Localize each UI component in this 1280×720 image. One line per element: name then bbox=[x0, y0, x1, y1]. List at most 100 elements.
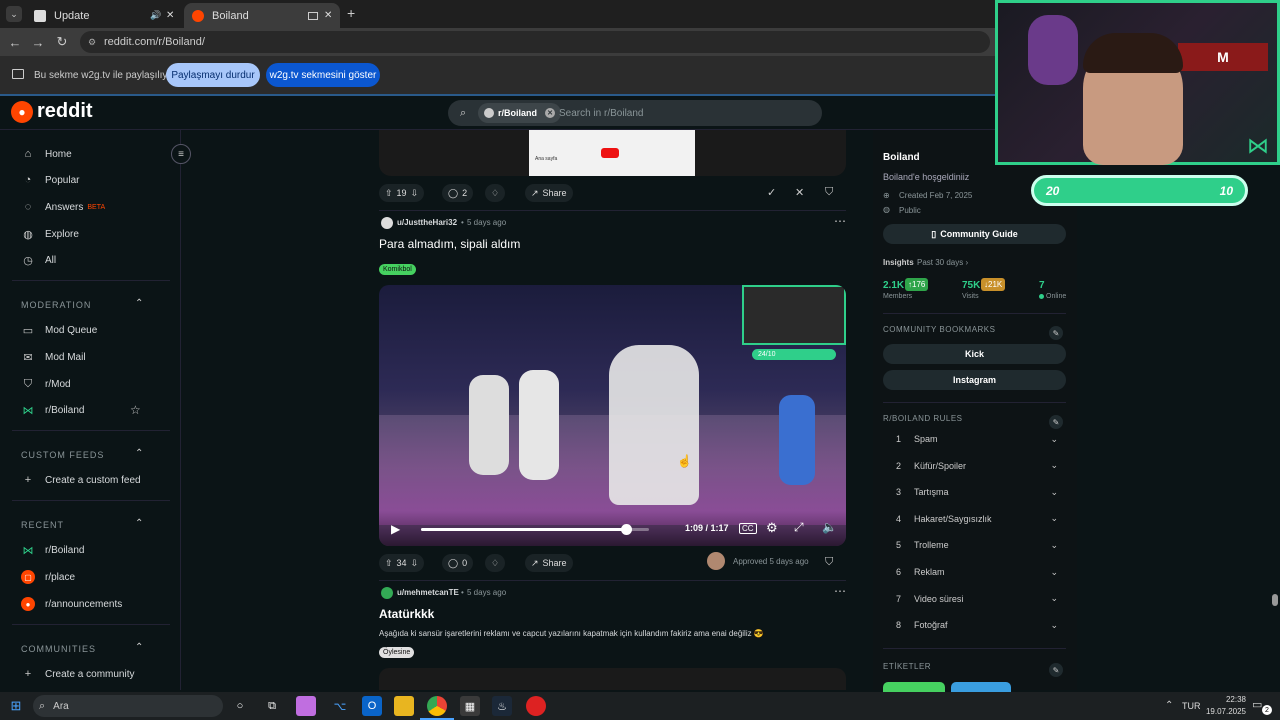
rule-item[interactable]: 1 Spam ⌄ bbox=[896, 432, 1066, 446]
search-bar[interactable]: ⌕ r/Boiland ✕ Search in r/Boiland bbox=[448, 100, 822, 126]
create-custom-feed[interactable]: + Create a custom feed bbox=[21, 470, 141, 490]
moderation-header[interactable]: MODERATION bbox=[21, 300, 91, 310]
fullscreen-icon[interactable]: ⤢ bbox=[794, 520, 804, 535]
windows-start-icon[interactable]: ⊞ bbox=[6, 696, 26, 716]
share-button[interactable]: ↗ Share bbox=[525, 554, 573, 572]
rule-item[interactable]: 3 Tartışma ⌄ bbox=[896, 485, 1066, 499]
seek-handle[interactable] bbox=[621, 524, 633, 535]
recent-item-r-announcements[interactable]: ● r/announcements bbox=[21, 594, 122, 614]
keyboard-language[interactable]: TUR bbox=[1182, 701, 1201, 711]
mod-shield-icon[interactable]: ⛉ bbox=[825, 186, 833, 199]
sidebar-item-r-boiland[interactable]: ⋈ r/Boiland bbox=[21, 400, 85, 420]
task-view-icon[interactable]: ⧉ bbox=[262, 696, 282, 716]
tab-update[interactable]: Update 🔊 ✕ bbox=[26, 3, 178, 28]
post-author[interactable]: u/JusttheHari32 bbox=[397, 218, 457, 227]
sidebar-item-all[interactable]: ◷ All bbox=[21, 250, 56, 270]
chevron-up-icon[interactable]: ⌃ bbox=[135, 448, 143, 459]
recent-item-r-place[interactable]: ▢ r/place bbox=[21, 567, 75, 587]
sidebar-item-home[interactable]: ⌂ Home bbox=[21, 144, 72, 164]
video-player[interactable]: 24/10 ▶ 1:09 / 1:17 CC ⚙ ⤢ 🔈 bbox=[379, 285, 846, 546]
vscode-icon[interactable]: ⌥ bbox=[330, 696, 350, 716]
rule-item[interactable]: 6 Reklam ⌄ bbox=[896, 565, 1066, 579]
forward-icon[interactable]: → bbox=[26, 28, 50, 56]
chevron-down-icon[interactable]: ⌄ bbox=[1050, 593, 1058, 604]
url-field[interactable]: ⚙ reddit.com/r/Boiland/ bbox=[80, 31, 990, 53]
chevron-up-icon[interactable]: ⌃ bbox=[135, 298, 143, 309]
subreddit-chip[interactable]: r/Boiland ✕ bbox=[478, 103, 562, 123]
sidebar-item-r-mod[interactable]: ⛉ r/Mod bbox=[21, 374, 71, 394]
create-community[interactable]: + Create a community bbox=[21, 664, 135, 684]
share-button[interactable]: ↗ Share bbox=[525, 184, 573, 202]
file-explorer-icon[interactable] bbox=[394, 696, 414, 716]
cortana-icon[interactable]: ○ bbox=[230, 696, 250, 716]
sidebar-item-explore[interactable]: ◍ Explore bbox=[21, 224, 79, 244]
chevron-up-icon[interactable]: ⌃ bbox=[135, 518, 143, 529]
chevron-down-icon[interactable]: ⌄ bbox=[1050, 460, 1058, 471]
sidebar-item-mod-queue[interactable]: ▭ Mod Queue bbox=[21, 320, 97, 340]
downvote-icon[interactable]: ⇩ bbox=[411, 558, 419, 569]
post-media-preview[interactable] bbox=[379, 668, 846, 690]
recent-header[interactable]: RECENT bbox=[21, 520, 64, 530]
rule-item[interactable]: 7 Video süresi ⌄ bbox=[896, 592, 1066, 606]
outlook-icon[interactable]: O bbox=[362, 696, 382, 716]
upvote-icon[interactable]: ⇧ bbox=[385, 188, 393, 199]
bookmark-instagram[interactable]: Instagram bbox=[883, 370, 1066, 390]
post-media-preview[interactable]: Ana sayfa bbox=[379, 130, 846, 176]
tab-boiland[interactable]: Boiland ✕ bbox=[184, 3, 340, 28]
communities-header[interactable]: COMMUNITIES bbox=[21, 644, 96, 654]
more-options-icon[interactable]: ⋯ bbox=[834, 214, 846, 228]
reddit-logo[interactable]: ● reddit bbox=[11, 100, 93, 123]
show-tab-button[interactable]: w2g.tv sekmesini göster bbox=[266, 63, 380, 87]
store-icon[interactable]: ▦ bbox=[460, 696, 480, 716]
menu-toggle-icon[interactable]: ≡ bbox=[171, 144, 191, 164]
volume-icon[interactable]: 🔈 bbox=[822, 520, 837, 534]
sidebar-item-answers[interactable]: ◌ Answers BETA bbox=[21, 197, 105, 217]
speaker-icon[interactable]: 🔊 bbox=[150, 10, 161, 21]
copilot-icon[interactable] bbox=[296, 696, 316, 716]
award-button[interactable]: ♢ bbox=[485, 554, 506, 572]
captions-icon[interactable]: CC bbox=[739, 523, 757, 534]
rule-item[interactable]: 2 Küfür/Spoiler ⌄ bbox=[896, 459, 1066, 473]
post-title[interactable]: Para almadım, sipali aldım bbox=[379, 237, 520, 251]
post-author[interactable]: u/mehmetcanTE bbox=[397, 588, 459, 597]
tab-list-chevron-icon[interactable]: ⌄ bbox=[6, 6, 22, 22]
chevron-down-icon[interactable]: ⌄ bbox=[1050, 487, 1058, 498]
mod-shield-icon[interactable]: ⛉ bbox=[825, 556, 833, 569]
tag-chip[interactable] bbox=[883, 682, 945, 692]
seek-bar[interactable] bbox=[421, 524, 649, 535]
chevron-up-icon[interactable]: ⌃ bbox=[135, 642, 143, 653]
chip-close-icon[interactable]: ✕ bbox=[545, 108, 556, 118]
chevron-down-icon[interactable]: ⌄ bbox=[1050, 540, 1058, 551]
comments-button[interactable]: ◯ 2 bbox=[442, 184, 474, 202]
chevron-down-icon[interactable]: ⌄ bbox=[1050, 620, 1058, 631]
play-icon[interactable]: ▶ bbox=[391, 522, 400, 536]
reload-icon[interactable]: ↻ bbox=[50, 28, 74, 56]
upvote-icon[interactable]: ⇧ bbox=[385, 558, 393, 569]
tab-close-icon[interactable]: ✕ bbox=[166, 10, 174, 21]
remove-icon[interactable]: ✕ bbox=[795, 186, 804, 199]
settings-icon[interactable]: ⚙ bbox=[766, 520, 778, 536]
post-flair[interactable]: Öylesine bbox=[379, 647, 415, 658]
taskbar-search[interactable]: ⌕ Ara bbox=[33, 695, 223, 717]
approve-icon[interactable]: ✓ bbox=[767, 186, 776, 199]
chevron-down-icon[interactable]: ⌄ bbox=[1050, 567, 1058, 578]
recent-item-r-boiland[interactable]: ⋈ r/Boiland bbox=[21, 540, 85, 560]
page-scrollbar-thumb[interactable] bbox=[1272, 594, 1278, 606]
custom-feeds-header[interactable]: CUSTOM FEEDS bbox=[21, 450, 104, 460]
tray-chevron-icon[interactable]: ⌃ bbox=[1165, 700, 1173, 711]
back-icon[interactable]: ← bbox=[3, 28, 27, 56]
new-tab-icon[interactable]: + bbox=[347, 5, 355, 21]
rule-item[interactable]: 8 Fotoğraf ⌄ bbox=[896, 618, 1066, 632]
sidebar-item-popular[interactable]: ◔ Popular bbox=[21, 170, 80, 190]
comments-button[interactable]: ◯ 0 bbox=[442, 554, 474, 572]
stop-sharing-button[interactable]: Paylaşmayı durdur bbox=[166, 63, 260, 87]
post-title[interactable]: Atatürkkk bbox=[379, 607, 434, 621]
bookmark-kick[interactable]: Kick bbox=[883, 344, 1066, 364]
downvote-icon[interactable]: ⇩ bbox=[411, 188, 419, 199]
community-guide-button[interactable]: ▯ Community Guide bbox=[883, 224, 1066, 244]
clock-time[interactable]: 22:38 bbox=[1200, 695, 1246, 704]
edit-icon[interactable]: ✎ bbox=[1049, 326, 1063, 340]
site-info-icon[interactable]: ⚙ bbox=[88, 37, 96, 48]
chevron-down-icon[interactable]: ⌄ bbox=[1050, 513, 1058, 524]
tag-chip[interactable] bbox=[951, 682, 1011, 692]
